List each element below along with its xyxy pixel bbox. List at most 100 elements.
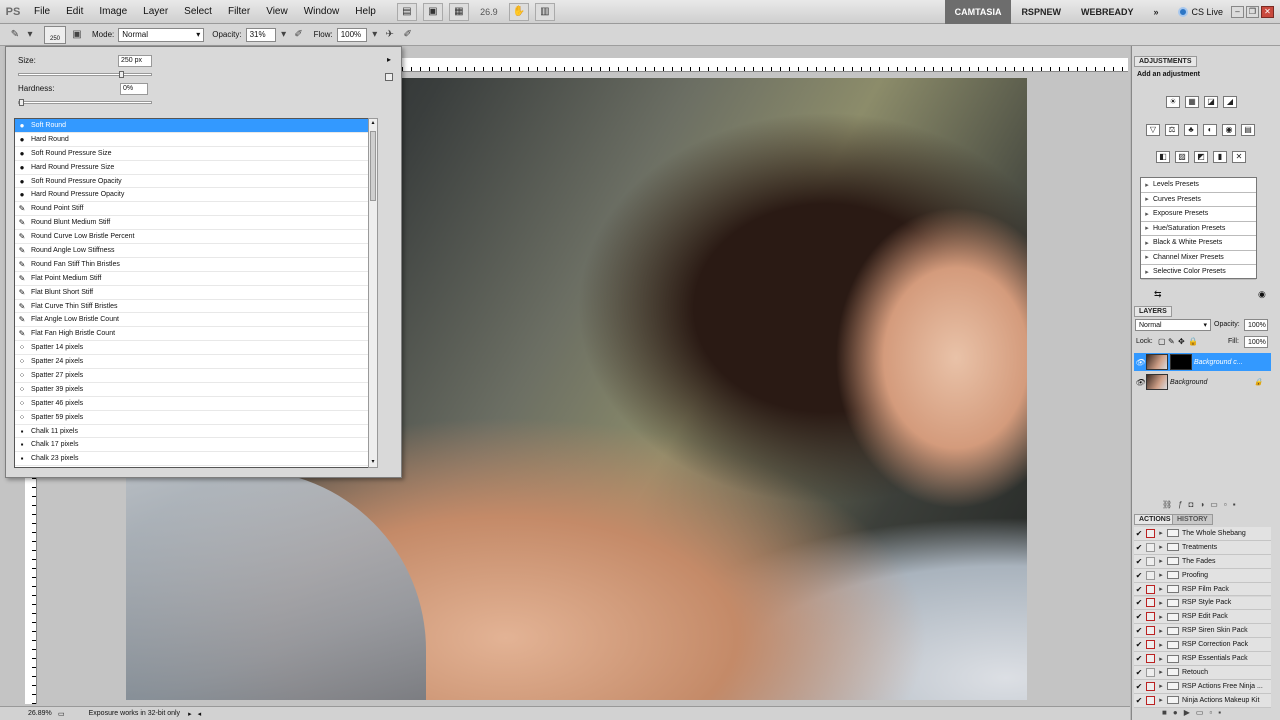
preset-item[interactable]: Selective Color Presets xyxy=(1141,265,1256,280)
dialog-toggle-icon[interactable] xyxy=(1146,654,1155,664)
bridge-icon[interactable]: ▤ xyxy=(396,2,417,21)
menu-image[interactable]: Image xyxy=(91,0,135,24)
brush-preset-item[interactable]: ● Hard Round Pressure Size xyxy=(15,161,373,175)
exposure-icon[interactable]: ◢ xyxy=(1223,96,1237,108)
expand-icon[interactable]: ▸ xyxy=(1157,682,1165,690)
workspace-webready[interactable]: WEBREADY xyxy=(1071,0,1144,24)
channel-mixer-icon[interactable]: ▤ xyxy=(1241,124,1255,136)
threshold-icon[interactable]: ◩ xyxy=(1194,151,1208,163)
expand-icon[interactable]: ▸ xyxy=(1157,668,1165,676)
toggle-check-icon[interactable]: ✔ xyxy=(1134,557,1144,566)
brush-preset-list[interactable]: ● Soft Round ● Hard Round ● Soft Round Pressu… xyxy=(14,118,374,468)
dialog-toggle-icon[interactable] xyxy=(1146,626,1155,636)
brightness-contrast-icon[interactable]: ☀ xyxy=(1166,96,1180,108)
view-extras-icon[interactable]: ▦ xyxy=(448,2,469,21)
brush-preset-item[interactable]: ⁘ Spatter 46 pixels xyxy=(15,397,373,411)
vertical-ruler[interactable] xyxy=(25,478,37,704)
invert-icon[interactable]: ◧ xyxy=(1156,151,1170,163)
panel-back-icon[interactable]: ⇆ xyxy=(1154,289,1162,300)
photo-filter-icon[interactable]: ◉ xyxy=(1222,124,1236,136)
hue-saturation-icon[interactable]: ⚖ xyxy=(1165,124,1179,136)
dialog-toggle-icon[interactable] xyxy=(1146,640,1155,650)
scrollbar-thumb[interactable] xyxy=(370,131,376,201)
eye-icon[interactable]: 👁 xyxy=(1134,378,1146,387)
action-set-row[interactable]: ✔ ▸ Retouch xyxy=(1134,666,1271,680)
toggle-check-icon[interactable]: ✔ xyxy=(1134,668,1144,677)
mini-bridge-icon[interactable]: ▣ xyxy=(422,2,443,21)
preset-item[interactable]: Exposure Presets xyxy=(1141,207,1256,222)
brush-preset-item[interactable]: ⁘ Spatter 14 pixels xyxy=(15,341,373,356)
action-set-row[interactable]: ✔ ▸ RSP Essentials Pack xyxy=(1134,652,1271,666)
lock-transparent-icon[interactable]: ▢ xyxy=(1158,337,1166,346)
tab-actions[interactable]: ACTIONS xyxy=(1134,514,1176,525)
expand-icon[interactable]: ▸ xyxy=(1157,613,1165,621)
gradient-map-icon[interactable]: ▮ xyxy=(1213,151,1227,163)
new-layer-icon[interactable]: ▫ xyxy=(1224,500,1233,509)
flow-input[interactable]: 100% xyxy=(336,27,367,42)
brush-preset-item[interactable]: ✎ Round Angle Low Stiffness xyxy=(15,244,373,258)
toggle-check-icon[interactable]: ✔ xyxy=(1134,654,1144,663)
toggle-check-icon[interactable]: ✔ xyxy=(1134,612,1144,621)
expand-icon[interactable]: ▸ xyxy=(1157,557,1165,565)
brush-preset-item[interactable]: ▪ Chalk 17 pixels xyxy=(15,438,373,453)
menu-file[interactable]: File xyxy=(26,0,58,24)
toggle-check-icon[interactable]: ✔ xyxy=(1134,529,1144,538)
action-set-row[interactable]: ✔ ▸ RSP Film Pack xyxy=(1134,582,1271,597)
dialog-toggle-icon[interactable] xyxy=(1146,612,1155,622)
opacity-input[interactable]: 31% xyxy=(245,27,276,42)
adjustment-preset-list[interactable]: Levels PresetsCurves PresetsExposure Pre… xyxy=(1140,177,1257,280)
status-arrow-icon[interactable]: ▸ xyxy=(188,710,192,718)
status-zoom[interactable]: 26.89% xyxy=(0,710,52,717)
lock-image-icon[interactable]: ✎ xyxy=(1168,337,1175,346)
workspace-camtasia[interactable]: CAMTASIA xyxy=(944,0,1012,24)
scroll-up-icon[interactable]: ▴ xyxy=(369,119,377,128)
brush-preset-item[interactable]: ✎ Flat Curve Thin Stiff Bristles xyxy=(15,300,373,314)
size-input[interactable]: 250 px xyxy=(118,55,152,67)
dialog-toggle-icon[interactable] xyxy=(1146,667,1155,677)
expand-icon[interactable]: ▸ xyxy=(1157,529,1165,537)
dialog-toggle-icon[interactable] xyxy=(1146,542,1155,552)
tab-adjustments[interactable]: ADJUSTMENTS xyxy=(1134,56,1197,67)
cs-live-button[interactable]: CS Live xyxy=(1178,6,1223,17)
brush-preset-item[interactable]: ● Soft Round xyxy=(15,119,373,133)
stop-icon[interactable]: ■ xyxy=(1162,708,1173,717)
hand-tool-icon[interactable]: ✋ xyxy=(508,2,529,21)
toggle-check-icon[interactable]: ✔ xyxy=(1134,571,1144,580)
size-slider-thumb[interactable] xyxy=(118,71,124,78)
folder-icon[interactable]: ▭ xyxy=(1210,500,1224,509)
brush-preset-item[interactable]: ▪ Chalk 23 pixels xyxy=(15,452,373,467)
posterize-icon[interactable]: ▨ xyxy=(1175,151,1189,163)
brush-preset-item[interactable]: ● Hard Round xyxy=(15,133,373,147)
brush-preset-item[interactable]: ⁘ Spatter 59 pixels xyxy=(15,411,373,425)
brush-preset-item[interactable]: ● Hard Round Pressure Opacity xyxy=(15,188,373,203)
status-info-icon[interactable]: ▭ xyxy=(58,710,65,718)
dialog-toggle-icon[interactable] xyxy=(1146,584,1155,594)
preset-item[interactable]: Curves Presets xyxy=(1141,193,1256,207)
brush-preset-item[interactable]: ● Soft Round Pressure Size xyxy=(15,147,373,161)
brush-preset-item[interactable]: ✎ Round Point Stiff xyxy=(15,202,373,217)
dialog-toggle-icon[interactable] xyxy=(1146,598,1155,608)
adjustment-layer-icon[interactable]: ◑ xyxy=(1199,500,1210,509)
minimize-icon[interactable]: – xyxy=(1231,5,1244,18)
mask-icon[interactable]: ◘ xyxy=(1189,500,1200,509)
brush-preset-item[interactable]: ✎ Round Fan Stiff Thin Bristles xyxy=(15,258,373,272)
scroll-down-icon[interactable]: ▾ xyxy=(369,458,377,467)
fill-input[interactable]: 100% xyxy=(1244,336,1268,348)
levels-icon[interactable]: ▦ xyxy=(1185,96,1199,108)
chevron-down-icon[interactable]: ▾ xyxy=(371,28,379,42)
eye-icon[interactable]: 👁 xyxy=(1134,358,1146,367)
toggle-check-icon[interactable]: ✔ xyxy=(1134,626,1144,635)
dialog-toggle-icon[interactable] xyxy=(1146,528,1155,538)
close-icon[interactable]: ✕ xyxy=(1261,5,1274,18)
hardness-input[interactable]: 0% xyxy=(120,83,148,95)
action-set-row[interactable]: ✔ ▸ RSP Style Pack xyxy=(1134,596,1271,611)
menu-layer[interactable]: Layer xyxy=(135,0,176,24)
workspace-rspnew[interactable]: RSPNEW xyxy=(1011,0,1071,24)
menu-select[interactable]: Select xyxy=(176,0,220,24)
brush-preset-item[interactable]: ✎ Flat Fan High Bristle Count xyxy=(15,327,373,342)
brush-preset-item[interactable]: ✎ Flat Point Medium Stiff xyxy=(15,272,373,286)
horizontal-ruler[interactable] xyxy=(402,58,1128,72)
selective-color-icon[interactable]: ✕ xyxy=(1232,151,1246,163)
toggle-check-icon[interactable]: ✔ xyxy=(1134,696,1144,705)
action-set-row[interactable]: ✔ ▸ Ninja Actions Makeup Kit xyxy=(1134,693,1271,708)
